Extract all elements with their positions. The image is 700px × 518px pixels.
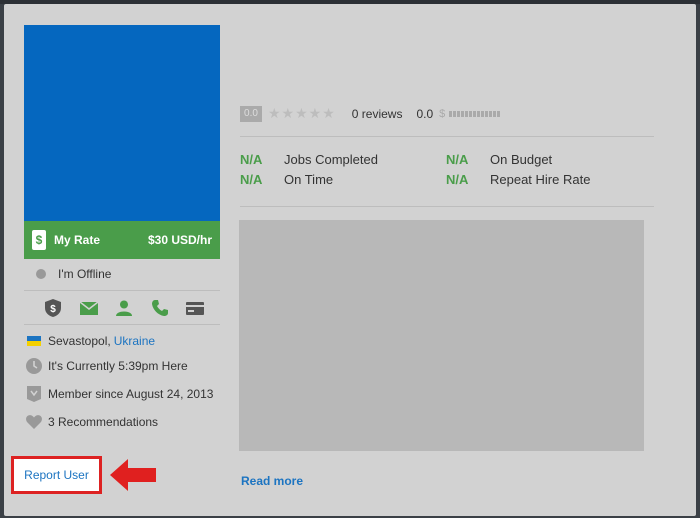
- location-row: Sevastopol, Ukraine: [26, 333, 155, 349]
- recommendations-row: 3 Recommendations: [26, 414, 158, 430]
- member-since-row: Member since August 24, 2013: [26, 386, 213, 402]
- arrow-left-icon: [110, 459, 156, 491]
- divider: [240, 136, 654, 137]
- profile-avatar: [24, 25, 220, 221]
- profile-card: $ My Rate $30 USD/hr I'm Offline $ Sevas…: [4, 4, 696, 516]
- stat-value-jobs-completed: N/A: [240, 152, 263, 167]
- location-country-link[interactable]: Ukraine: [114, 334, 155, 348]
- star-rating-icon: ★★★★★: [268, 105, 336, 121]
- verification-icons: $: [44, 297, 204, 319]
- stat-label-jobs-completed: Jobs Completed: [284, 152, 378, 167]
- svg-text:$: $: [50, 304, 56, 315]
- online-status: I'm Offline: [36, 267, 111, 281]
- read-more-link[interactable]: Read more: [241, 474, 303, 488]
- local-time: It's Currently 5:39pm Here: [48, 359, 188, 373]
- shield-dollar-icon[interactable]: $: [44, 299, 62, 317]
- dollar-tag-icon: $: [32, 230, 46, 250]
- member-since: Member since August 24, 2013: [48, 387, 214, 401]
- rating-score-badge: 0.0: [240, 105, 262, 122]
- divider: [24, 324, 220, 325]
- profile-description-placeholder: [239, 220, 644, 451]
- mail-icon[interactable]: [79, 299, 98, 317]
- local-time-row: It's Currently 5:39pm Here: [26, 358, 188, 374]
- rating-row: 0.0 ★★★★★ 0 reviews 0.0 $: [240, 105, 502, 122]
- clock-icon: [26, 358, 42, 374]
- dollar-icon: $: [439, 107, 446, 120]
- stats-grid: N/A Jobs Completed N/A On Budget N/A On …: [240, 152, 650, 187]
- location-city: Sevastopol,: [48, 334, 111, 348]
- review-count-link[interactable]: 0 reviews: [352, 107, 403, 121]
- card-icon[interactable]: [186, 299, 204, 317]
- status-text: I'm Offline: [58, 267, 112, 281]
- recommendations: 3 Recommendations: [48, 415, 159, 429]
- divider: [240, 206, 654, 207]
- calendar-badge-icon: [26, 386, 42, 402]
- stat-value-repeat-hire-rate: N/A: [446, 172, 469, 187]
- rate-label: My Rate: [54, 233, 101, 247]
- earnings-score: 0.0: [416, 106, 434, 121]
- user-icon[interactable]: [115, 299, 133, 317]
- rate-value: $30 USD/hr: [147, 233, 212, 247]
- phone-icon[interactable]: [151, 299, 169, 317]
- report-user-button[interactable]: Report User: [11, 456, 102, 494]
- rate-bar: $ My Rate $30 USD/hr: [24, 221, 220, 259]
- stat-label-on-time: On Time: [284, 172, 334, 187]
- stat-value-on-time: N/A: [240, 172, 263, 187]
- divider: [24, 290, 220, 291]
- earnings-indicator: $: [439, 107, 502, 120]
- report-user-label: Report User: [24, 468, 89, 482]
- stat-label-repeat-hire-rate: Repeat Hire Rate: [490, 172, 591, 187]
- ukraine-flag-icon: [26, 333, 42, 349]
- status-dot-icon: [36, 269, 46, 279]
- heart-icon: [26, 414, 42, 430]
- earnings-bar-icon: [449, 110, 502, 117]
- stat-label-on-budget: On Budget: [490, 152, 553, 167]
- stat-value-on-budget: N/A: [446, 152, 469, 167]
